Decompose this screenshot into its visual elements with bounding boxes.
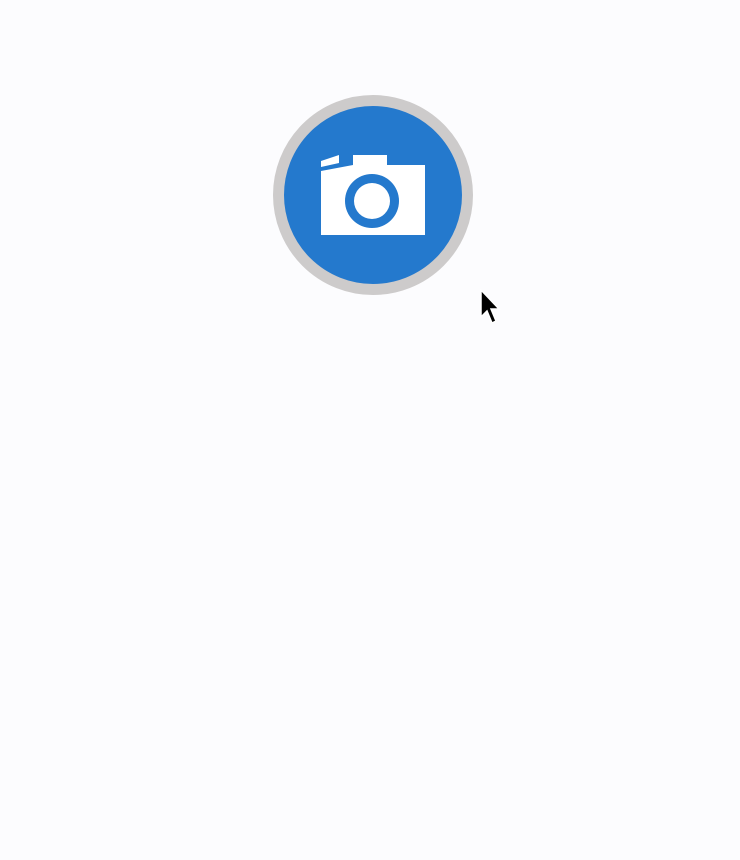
camera-icon [321, 155, 425, 235]
mouse-cursor-icon [480, 289, 501, 325]
capture-photo-button[interactable] [273, 95, 473, 295]
camera-screen: { "capture_button": { "icon": "camera-ic… [0, 0, 740, 860]
